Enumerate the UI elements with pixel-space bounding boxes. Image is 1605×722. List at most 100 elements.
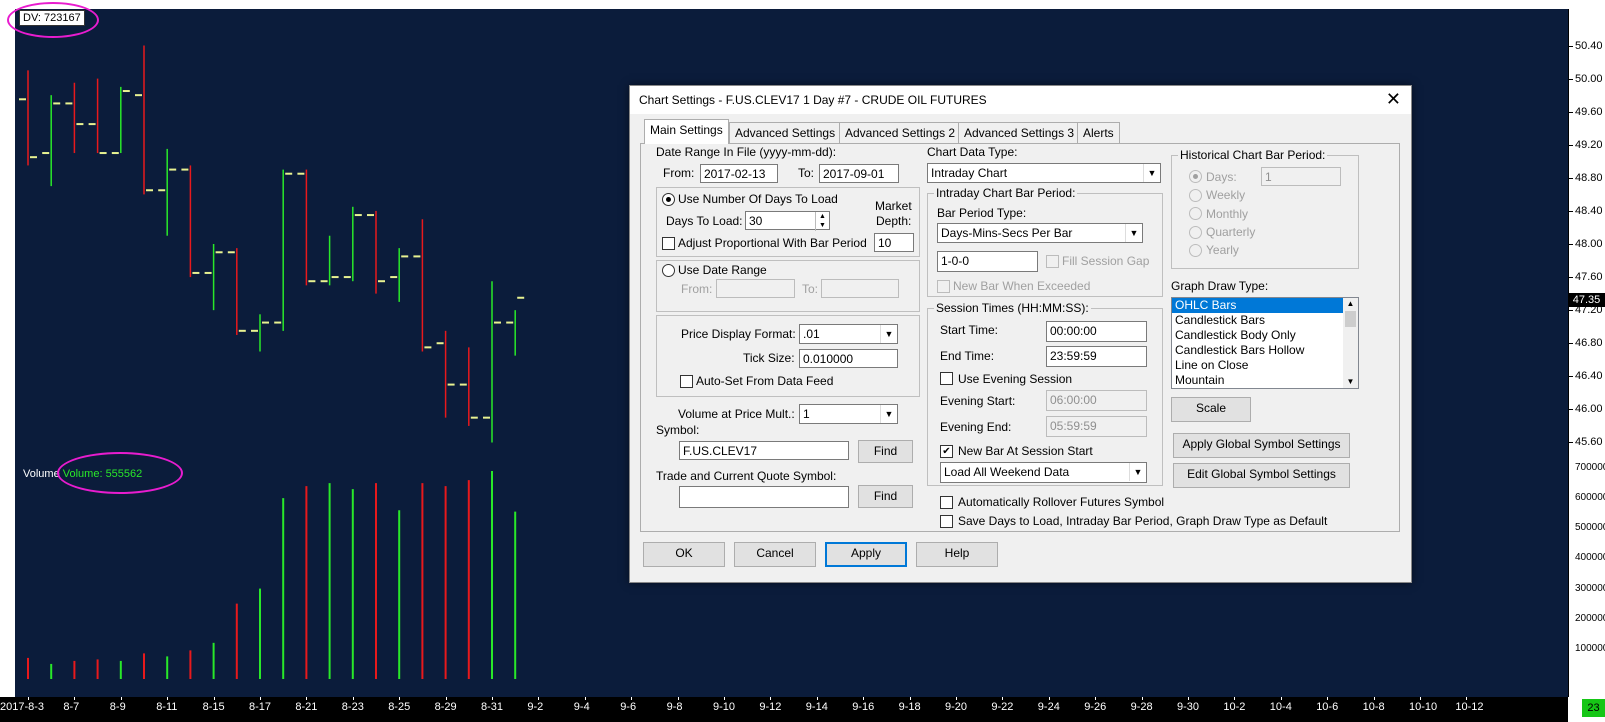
intraday-bar-period-title: Intraday Chart Bar Period: bbox=[934, 186, 1078, 200]
volume-axis-label: 600000 bbox=[1575, 492, 1605, 504]
bar-period-field[interactable]: 1-0-0 bbox=[937, 251, 1038, 272]
apply-global-settings-button[interactable]: Apply Global Symbol Settings bbox=[1173, 433, 1350, 458]
list-item[interactable]: Candlestick Bars Hollow bbox=[1172, 343, 1358, 358]
date-axis-label: 8-17 bbox=[249, 701, 272, 713]
price-axis-label: 48.40 bbox=[1575, 204, 1603, 217]
date-axis-label: 8-9 bbox=[109, 701, 126, 713]
price-axis-tick bbox=[1569, 376, 1573, 378]
price-axis-tick bbox=[1569, 144, 1573, 146]
dialog-titlebar[interactable]: Chart Settings - F.US.CLEV17 1 Day #7 - … bbox=[630, 86, 1411, 114]
chevron-up-icon[interactable]: ▲ bbox=[1343, 298, 1358, 310]
date-range-from-field[interactable] bbox=[716, 279, 795, 298]
graph-draw-type-list[interactable]: OHLC Bars Candlestick Bars Candlestick B… bbox=[1171, 297, 1359, 389]
list-item[interactable]: Line on Close bbox=[1172, 358, 1358, 373]
close-icon[interactable]: ✕ bbox=[1386, 89, 1401, 110]
volume-axis-label: 500000 bbox=[1575, 522, 1605, 534]
market-depth-field[interactable]: 10 bbox=[874, 233, 914, 252]
date-axis-label: 2017-8-3 bbox=[0, 701, 45, 713]
save-defaults-checkbox[interactable] bbox=[940, 515, 953, 528]
hist-days-field[interactable]: 1 bbox=[1261, 167, 1341, 186]
use-date-range-radio[interactable] bbox=[662, 264, 675, 277]
volume-at-price-select[interactable]: 1 ▼ bbox=[799, 404, 898, 424]
start-time-field[interactable]: 00:00:00 bbox=[1046, 321, 1147, 342]
symbol-field[interactable]: F.US.CLEV17 bbox=[679, 441, 849, 460]
evening-start-field[interactable]: 06:00:00 bbox=[1046, 390, 1147, 411]
bar-period-type-value: Days-Mins-Secs Per Bar bbox=[941, 226, 1073, 240]
edit-global-settings-button[interactable]: Edit Global Symbol Settings bbox=[1173, 463, 1350, 488]
list-item[interactable]: Mountain bbox=[1172, 373, 1358, 388]
apply-button[interactable]: Apply bbox=[825, 542, 907, 567]
scroll-thumb[interactable] bbox=[1345, 311, 1356, 327]
ok-button[interactable]: OK bbox=[643, 542, 725, 567]
date-axis-tick bbox=[445, 697, 447, 700]
chevron-down-icon: ▼ bbox=[1143, 164, 1160, 182]
price-axis-label: 46.80 bbox=[1575, 337, 1603, 350]
new-bar-session-start-checkbox[interactable]: ✔ bbox=[940, 445, 953, 458]
new-bar-exceeded-checkbox[interactable] bbox=[937, 280, 950, 293]
chevron-down-icon: ▼ bbox=[880, 405, 897, 423]
hist-quarterly-label: Quarterly bbox=[1206, 225, 1256, 239]
date-range-label: Date Range In File (yyyy-mm-dd): bbox=[656, 145, 837, 159]
chart-data-type-select[interactable]: Intraday Chart ▼ bbox=[927, 163, 1161, 183]
fill-session-gap-label: Fill Session Gap bbox=[1062, 254, 1150, 268]
tab-alerts[interactable]: Alerts bbox=[1077, 122, 1120, 143]
cancel-button[interactable]: Cancel bbox=[734, 542, 816, 567]
date-axis-tick bbox=[167, 697, 169, 700]
date-axis-tick bbox=[28, 697, 29, 700]
price-axis-label: 50.40 bbox=[1575, 39, 1603, 52]
date-axis-label: 9-12 bbox=[759, 701, 782, 713]
price-display-select[interactable]: .01 ▼ bbox=[799, 324, 898, 344]
tab-advanced-settings-3[interactable]: Advanced Settings 3 bbox=[958, 122, 1081, 143]
date-axis-label: 9-26 bbox=[1084, 701, 1107, 713]
help-button[interactable]: Help bbox=[916, 542, 998, 567]
volume-axis-label: 100000 bbox=[1575, 642, 1605, 654]
date-axis-tick bbox=[584, 697, 586, 700]
days-spinner[interactable]: ▲ ▼ bbox=[815, 212, 829, 231]
chevron-down-icon[interactable]: ▼ bbox=[1343, 376, 1358, 388]
to-date-field[interactable]: 2017-09-01 bbox=[819, 164, 899, 183]
auto-rollover-checkbox[interactable] bbox=[940, 496, 953, 509]
hist-monthly-radio[interactable] bbox=[1189, 207, 1202, 220]
end-time-field[interactable]: 23:59:59 bbox=[1046, 346, 1147, 367]
list-item[interactable]: Candlestick Bars bbox=[1172, 313, 1358, 328]
tab-advanced-settings[interactable]: Advanced Settings bbox=[729, 122, 842, 143]
tab-advanced-settings-2[interactable]: Advanced Settings 2 bbox=[839, 122, 962, 143]
weekend-data-select[interactable]: Load All Weekend Data ▼ bbox=[940, 462, 1147, 483]
weekend-data-value: Load All Weekend Data bbox=[944, 465, 1070, 479]
trade-symbol-field[interactable] bbox=[679, 486, 849, 508]
graph-draw-type-label: Graph Draw Type: bbox=[1171, 279, 1269, 293]
list-item[interactable]: OHLC Bars bbox=[1172, 298, 1358, 313]
auto-set-checkbox[interactable] bbox=[680, 375, 693, 388]
use-days-radio[interactable] bbox=[662, 193, 675, 206]
chevron-down-icon: ▼ bbox=[1129, 463, 1146, 481]
hist-yearly-radio[interactable] bbox=[1189, 244, 1202, 257]
hist-weekly-radio[interactable] bbox=[1189, 189, 1202, 202]
price-display-value: .01 bbox=[803, 327, 820, 341]
list-item[interactable]: Candlestick Body Only bbox=[1172, 328, 1358, 343]
date-axis-tick bbox=[1095, 697, 1097, 700]
tab-main-settings[interactable]: Main Settings bbox=[644, 119, 729, 144]
use-evening-session-checkbox[interactable] bbox=[940, 372, 953, 385]
tick-size-field[interactable]: 0.010000 bbox=[799, 349, 898, 368]
to-label: To: bbox=[798, 166, 815, 180]
price-axis-label: 49.20 bbox=[1575, 138, 1603, 151]
find-symbol-button[interactable]: Find bbox=[858, 440, 913, 463]
from-date-field[interactable]: 2017-02-13 bbox=[700, 164, 778, 183]
chart-data-type-value: Intraday Chart bbox=[931, 166, 1008, 180]
evening-end-field[interactable]: 05:59:59 bbox=[1046, 416, 1147, 437]
find-trade-symbol-button[interactable]: Find bbox=[858, 485, 913, 508]
fill-session-gap-checkbox[interactable] bbox=[1046, 255, 1059, 268]
scale-button[interactable]: Scale bbox=[1171, 397, 1251, 422]
bar-period-type-label: Bar Period Type: bbox=[937, 206, 1027, 220]
days-to-load-field[interactable]: 30 ▲ ▼ bbox=[745, 211, 830, 231]
historical-bar-period-title: Historical Chart Bar Period: bbox=[1178, 148, 1328, 162]
price-axis-tick bbox=[1569, 310, 1573, 312]
adjust-proportional-checkbox[interactable] bbox=[662, 237, 675, 250]
date-axis-label: 9-4 bbox=[573, 701, 590, 713]
list-scrollbar[interactable]: ▲ ▼ bbox=[1343, 298, 1358, 388]
hist-days-radio[interactable] bbox=[1189, 170, 1202, 183]
hist-quarterly-radio[interactable] bbox=[1189, 226, 1202, 239]
date-axis-label: 9-14 bbox=[805, 701, 828, 713]
bar-period-type-select[interactable]: Days-Mins-Secs Per Bar ▼ bbox=[937, 223, 1143, 243]
date-range-to-field[interactable] bbox=[821, 279, 899, 298]
